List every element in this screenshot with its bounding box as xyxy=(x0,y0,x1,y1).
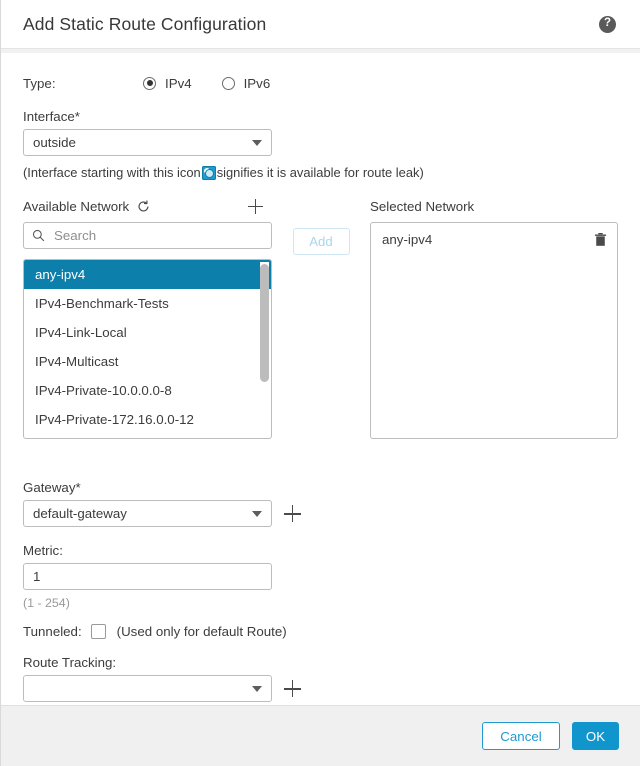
search-input[interactable] xyxy=(52,227,263,244)
gateway-label: Gateway* xyxy=(23,480,81,495)
type-label: Type: xyxy=(23,75,56,91)
dialog-footer: Cancel OK xyxy=(1,705,640,766)
metric-label: Metric: xyxy=(23,543,63,558)
radio-ipv4-indicator[interactable] xyxy=(143,76,156,90)
route-tracking-label: Route Tracking: xyxy=(23,655,117,670)
add-static-route-dialog: Add Static Route Configuration ? Type: I… xyxy=(0,0,640,766)
list-item[interactable]: IPv4-Private-172.16.0.0-12 xyxy=(24,405,271,434)
available-network-title: Available Network xyxy=(23,198,130,214)
type-field-row: Type: IPv4 IPv6 xyxy=(23,73,618,93)
route-leak-hint-after: signifies it is available for route leak… xyxy=(216,165,424,180)
available-network-column: Available Network Search any-ipv4 IPv4-B… xyxy=(23,197,272,439)
selected-network-list[interactable]: any-ipv4 xyxy=(370,222,618,439)
list-item[interactable]: any-ipv4 xyxy=(24,260,271,289)
trash-icon[interactable] xyxy=(594,232,607,247)
available-network-header: Available Network xyxy=(23,197,272,215)
ok-button[interactable]: OK xyxy=(572,722,619,750)
add-gateway-icon[interactable] xyxy=(284,505,301,522)
list-scrollbar-thumb[interactable] xyxy=(260,264,269,382)
add-button-column: Add xyxy=(272,197,370,439)
metric-range-note: (1 - 254) xyxy=(23,596,70,610)
route-tracking-row xyxy=(23,675,618,702)
route-tracking-select[interactable] xyxy=(23,675,272,702)
dialog-body: Type: IPv4 IPv6 Interface* outside (Inte… xyxy=(1,53,640,705)
network-selector: Available Network Search any-ipv4 IPv4-B… xyxy=(23,197,618,439)
bottom-fields: Gateway* default-gateway Metric: (1 - 25… xyxy=(23,480,618,702)
help-circle-icon[interactable]: ? xyxy=(599,15,616,33)
route-leak-hint-before: (Interface starting with this icon xyxy=(23,165,201,180)
tunneled-note: (Used only for default Route) xyxy=(116,624,287,639)
selected-network-title: Selected Network xyxy=(370,198,475,214)
interface-select-value: outside xyxy=(33,135,76,150)
gateway-row: default-gateway xyxy=(23,500,618,527)
add-network-object-icon[interactable] xyxy=(248,198,263,214)
tunneled-label: Tunneled: xyxy=(23,624,82,639)
selected-network-header: Selected Network xyxy=(370,197,618,215)
radio-ipv6-indicator[interactable] xyxy=(221,76,235,90)
route-leak-hint: (Interface starting with this icon signi… xyxy=(23,165,618,180)
metric-input[interactable] xyxy=(23,563,272,590)
interface-select[interactable]: outside xyxy=(23,129,272,156)
radio-option-ipv4[interactable]: IPv4 xyxy=(143,76,192,91)
interface-label: Interface* xyxy=(23,109,80,124)
list-item[interactable]: IPv4-Benchmark-Tests xyxy=(24,289,271,318)
cancel-button[interactable]: Cancel xyxy=(482,722,560,750)
list-item[interactable]: IPv4-Multicast xyxy=(24,347,271,376)
radio-option-ipv6[interactable]: IPv6 xyxy=(221,75,271,91)
dialog-header: Add Static Route Configuration ? xyxy=(1,0,640,48)
radio-ipv4-label: IPv4 xyxy=(165,75,192,91)
add-button[interactable]: Add xyxy=(292,228,350,255)
chevron-down-icon xyxy=(252,510,262,517)
refresh-icon[interactable] xyxy=(137,199,150,213)
selected-network-item-label: any-ipv4 xyxy=(382,232,433,247)
list-item[interactable]: IPv4-Private-10.0.0.0-8 xyxy=(24,376,271,405)
list-item[interactable]: IPv4-Link-Local xyxy=(24,318,271,347)
selected-network-column: Selected Network any-ipv4 xyxy=(370,197,618,439)
route-leak-icon xyxy=(201,165,216,180)
radio-ipv6-label: IPv6 xyxy=(243,75,271,91)
dialog-title: Add Static Route Configuration xyxy=(23,13,267,34)
tunneled-checkbox[interactable] xyxy=(90,624,106,639)
gateway-select-value: default-gateway xyxy=(33,506,127,521)
add-route-tracking-icon[interactable] xyxy=(284,680,301,697)
chevron-down-icon xyxy=(252,685,262,692)
available-network-search-box[interactable] xyxy=(23,222,272,249)
gateway-select[interactable]: default-gateway xyxy=(23,500,272,527)
search-icon xyxy=(32,229,45,242)
chevron-down-icon xyxy=(252,139,262,146)
available-network-list[interactable]: any-ipv4 IPv4-Benchmark-Tests IPv4-Link-… xyxy=(23,259,272,439)
tunneled-row: Tunneled: (Used only for default Route) xyxy=(23,624,618,639)
selected-network-item[interactable]: any-ipv4 xyxy=(382,232,607,247)
